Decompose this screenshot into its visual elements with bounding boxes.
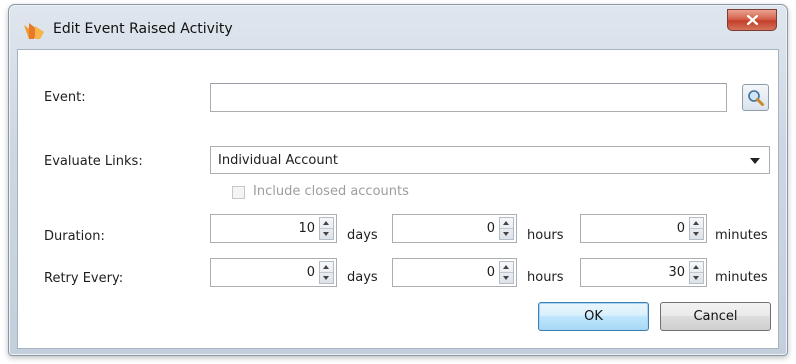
retry-every-label: Retry Every:	[44, 271, 124, 286]
retry-hours-stepper[interactable]	[499, 261, 514, 284]
duration-days-stepper[interactable]	[319, 217, 334, 240]
duration-hours-stepper[interactable]	[499, 217, 514, 240]
duration-hours-value: 0	[486, 221, 495, 236]
retry-hours-unit: hours	[527, 270, 564, 285]
retry-days-unit: days	[347, 270, 378, 285]
retry-days-stepper[interactable]	[319, 261, 334, 284]
decrement-arrow-icon[interactable]	[690, 273, 703, 283]
duration-hours-spinner[interactable]: 0	[392, 214, 517, 243]
magnifier-icon	[748, 90, 764, 106]
ok-button[interactable]: OK	[538, 302, 649, 331]
decrement-arrow-icon[interactable]	[500, 229, 513, 239]
decrement-arrow-icon[interactable]	[320, 229, 333, 239]
close-button[interactable]	[727, 9, 777, 31]
duration-label: Duration:	[44, 229, 105, 244]
duration-minutes-stepper[interactable]	[689, 217, 704, 240]
evaluate-links-value: Individual Account	[218, 153, 338, 168]
increment-arrow-icon[interactable]	[320, 262, 333, 273]
cancel-button[interactable]: Cancel	[660, 302, 771, 331]
duration-minutes-value: 0	[676, 221, 685, 236]
duration-hours-unit: hours	[527, 228, 564, 243]
include-closed-checkbox[interactable]	[232, 186, 245, 199]
duration-days-spinner[interactable]: 10	[210, 214, 337, 243]
dialog-body: Event: Evaluate Links: Individual Accoun…	[17, 49, 779, 349]
retry-hours-spinner[interactable]: 0	[392, 258, 517, 287]
decrement-arrow-icon[interactable]	[320, 273, 333, 283]
decrement-arrow-icon[interactable]	[690, 229, 703, 239]
dialog-window: Edit Event Raised Activity Event: Evalua…	[8, 4, 788, 356]
title-bar[interactable]: Edit Event Raised Activity	[9, 5, 787, 49]
event-lookup-button[interactable]	[742, 84, 769, 111]
retry-days-value: 0	[306, 265, 315, 280]
event-label: Event:	[44, 90, 86, 105]
evaluate-links-label: Evaluate Links:	[44, 154, 143, 169]
increment-arrow-icon[interactable]	[500, 262, 513, 273]
duration-minutes-unit: minutes	[715, 228, 768, 243]
retry-hours-value: 0	[486, 265, 495, 280]
decrement-arrow-icon[interactable]	[500, 273, 513, 283]
include-closed-label: Include closed accounts	[253, 184, 409, 199]
retry-minutes-unit: minutes	[715, 270, 768, 285]
increment-arrow-icon[interactable]	[690, 218, 703, 229]
dropdown-arrow-icon	[750, 158, 760, 164]
duration-minutes-spinner[interactable]: 0	[580, 214, 707, 243]
window-title: Edit Event Raised Activity	[53, 21, 233, 37]
retry-minutes-spinner[interactable]: 30	[580, 258, 707, 287]
duration-days-value: 10	[298, 221, 315, 236]
activity-flame-icon	[23, 22, 45, 40]
retry-minutes-stepper[interactable]	[689, 261, 704, 284]
increment-arrow-icon[interactable]	[690, 262, 703, 273]
retry-days-spinner[interactable]: 0	[210, 258, 337, 287]
retry-minutes-value: 30	[668, 265, 685, 280]
increment-arrow-icon[interactable]	[500, 218, 513, 229]
duration-days-unit: days	[347, 228, 378, 243]
close-icon	[747, 15, 758, 25]
event-input[interactable]	[210, 83, 727, 112]
evaluate-links-select[interactable]: Individual Account	[210, 146, 770, 174]
increment-arrow-icon[interactable]	[320, 218, 333, 229]
